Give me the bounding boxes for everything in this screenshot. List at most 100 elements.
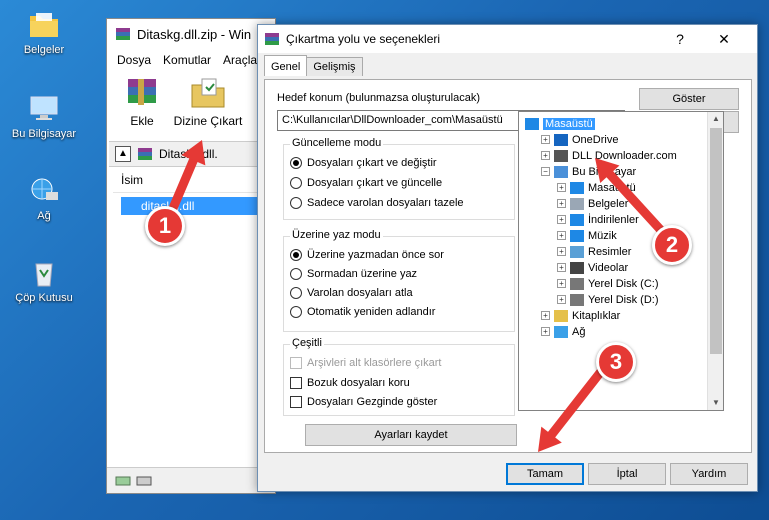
misc-option-keep-broken[interactable]: Bozuk dosyaları koru bbox=[290, 377, 410, 389]
extract-to-button[interactable]: Dizine Çıkart bbox=[173, 75, 243, 135]
expand-icon[interactable]: + bbox=[557, 263, 566, 272]
menu-dosya[interactable]: Dosya bbox=[117, 53, 151, 67]
expand-icon[interactable]: + bbox=[557, 183, 566, 192]
tree-item[interactable]: + Kitaplıklar bbox=[541, 308, 620, 323]
tree-item-label: DLL Downloader.com bbox=[572, 149, 677, 162]
step-badge-2: 2 bbox=[652, 225, 692, 265]
tree-scrollbar[interactable]: ▲ ▼ bbox=[707, 112, 723, 410]
update-option-replace[interactable]: Dosyaları çıkart ve değiştir bbox=[290, 157, 437, 169]
tab-gelismis[interactable]: Gelişmiş bbox=[306, 57, 363, 76]
expand-icon[interactable]: + bbox=[541, 327, 550, 336]
radio[interactable] bbox=[290, 197, 302, 209]
tree-item[interactable]: + İndirilenler bbox=[557, 212, 639, 227]
add-button[interactable]: Ekle bbox=[119, 75, 165, 135]
drive-icon bbox=[570, 277, 584, 290]
collapse-icon[interactable]: − bbox=[541, 167, 550, 176]
overwrite-option-rename[interactable]: Otomatik yeniden adlandır bbox=[290, 306, 435, 318]
destination-path-value: C:\Kullanıcılar\DllDownloader_com\Masaüs… bbox=[282, 114, 503, 126]
tree-item[interactable]: + Masaüstü bbox=[557, 180, 636, 195]
update-mode-title: Güncelleme modu bbox=[290, 137, 384, 149]
update-option-update[interactable]: Dosyaları çıkart ve güncelle bbox=[290, 177, 442, 189]
network-icon bbox=[31, 178, 58, 200]
tree-item[interactable]: + Müzik bbox=[557, 228, 617, 243]
tree-item[interactable]: − Bu Bilgisayar bbox=[541, 164, 636, 179]
drive-icon bbox=[570, 293, 584, 306]
expand-icon[interactable]: + bbox=[557, 279, 566, 288]
close-icon[interactable]: ✕ bbox=[709, 29, 739, 49]
winrar-icon bbox=[265, 33, 279, 45]
tree-item-label: İndirilenler bbox=[588, 213, 639, 226]
tree-item-label: Masaüstü bbox=[588, 181, 636, 194]
winrar-title: Ditaskg.dll.zip - Win bbox=[137, 26, 252, 42]
tree-item[interactable]: + Yerel Disk (D:) bbox=[557, 292, 659, 307]
tree-item-label: Bu Bilgisayar bbox=[572, 165, 637, 178]
tree-item[interactable]: Masaüstü bbox=[525, 116, 595, 131]
expand-icon[interactable]: + bbox=[541, 135, 550, 144]
winrar-titlebar: Ditaskg.dll.zip - Win bbox=[107, 19, 275, 49]
overwrite-mode-title: Üzerine yaz modu bbox=[290, 229, 383, 241]
scroll-thumb[interactable] bbox=[710, 128, 722, 354]
tree-item[interactable]: + Ağ bbox=[541, 324, 585, 339]
show-button[interactable]: Göster bbox=[639, 88, 739, 110]
column-header-name[interactable]: İsim bbox=[113, 173, 275, 193]
desktop-icon-bu-bilgisayar[interactable]: Bu Bilgisayar bbox=[4, 94, 84, 140]
expand-icon[interactable]: + bbox=[557, 231, 566, 240]
tree-item[interactable]: + Resimler bbox=[557, 244, 631, 259]
radio[interactable] bbox=[290, 306, 302, 318]
desktop-icon-ag[interactable]: Ağ bbox=[4, 176, 84, 222]
radio[interactable] bbox=[290, 287, 302, 299]
update-option-freshen[interactable]: Sadece varolan dosyaları tazele bbox=[290, 197, 464, 209]
desktop-icon-cop-kutusu[interactable]: Çöp Kutusu bbox=[4, 258, 84, 304]
tree-item-label: Belgeler bbox=[588, 197, 629, 210]
expand-icon[interactable]: + bbox=[557, 295, 566, 304]
menu-komutlar[interactable]: Komutlar bbox=[163, 53, 211, 67]
option-label: Varolan dosyaları atla bbox=[307, 287, 413, 299]
winrar-toolbar: Ekle Dizine Çıkart bbox=[107, 71, 275, 135]
radio[interactable] bbox=[290, 177, 302, 189]
option-label: Üzerine yazmadan önce sor bbox=[307, 249, 444, 261]
tree-item-label: Kitaplıklar bbox=[572, 309, 621, 322]
overwrite-option-skip[interactable]: Varolan dosyaları atla bbox=[290, 287, 413, 299]
winrar-statusbar bbox=[107, 467, 275, 493]
misc-option-subfolders: Arşivleri alt klasörlere çıkart bbox=[290, 357, 441, 369]
desktop-icon-belgeler[interactable]: Belgeler bbox=[4, 10, 84, 56]
winrar-icon bbox=[116, 28, 130, 40]
add-archive-icon bbox=[128, 79, 156, 105]
tree-item-label: Yerel Disk (C:) bbox=[588, 277, 659, 290]
up-folder-icon[interactable]: ▲ bbox=[115, 146, 131, 162]
tree-item[interactable]: + Videolar bbox=[557, 260, 628, 275]
help-icon[interactable]: ? bbox=[665, 29, 695, 49]
cancel-button[interactable]: İptal bbox=[588, 463, 666, 485]
save-settings-button[interactable]: Ayarları kaydet bbox=[305, 424, 517, 446]
tab-genel[interactable]: Genel bbox=[264, 55, 308, 76]
option-label: Dosyaları çıkart ve değiştir bbox=[307, 157, 437, 169]
tree-item[interactable]: + Belgeler bbox=[557, 196, 628, 211]
checkbox[interactable] bbox=[290, 377, 302, 389]
radio-selected[interactable] bbox=[290, 249, 302, 261]
tree-item[interactable]: + OneDrive bbox=[541, 132, 618, 147]
expand-icon[interactable]: + bbox=[541, 311, 550, 320]
help-button[interactable]: Yardım bbox=[670, 463, 748, 485]
scroll-down-icon[interactable]: ▼ bbox=[708, 396, 723, 410]
misc-option-show-in-explorer[interactable]: Dosyaları Gezginde göster bbox=[290, 396, 437, 408]
tree-item[interactable]: + DLL Downloader.com bbox=[541, 148, 677, 163]
file-row-selected[interactable]: ditaskg.dll bbox=[121, 197, 261, 215]
radio-selected[interactable] bbox=[290, 157, 302, 169]
checkbox[interactable] bbox=[290, 396, 302, 408]
menu-araclar[interactable]: Araçla bbox=[223, 53, 257, 67]
tree-item[interactable]: + Yerel Disk (C:) bbox=[557, 276, 659, 291]
overwrite-mode-group: Üzerine yaz modu Üzerine yazmadan önce s… bbox=[283, 229, 515, 332]
radio[interactable] bbox=[290, 268, 302, 280]
expand-icon[interactable]: + bbox=[541, 151, 550, 160]
desktop-icon bbox=[570, 181, 584, 194]
expand-icon[interactable]: + bbox=[557, 215, 566, 224]
expand-icon[interactable]: + bbox=[557, 247, 566, 256]
overwrite-option-without-asking[interactable]: Sormadan üzerine yaz bbox=[290, 268, 417, 280]
winrar-menubar: Dosya Komutlar Araçla bbox=[107, 49, 275, 71]
scroll-up-icon[interactable]: ▲ bbox=[708, 112, 723, 126]
overwrite-option-ask[interactable]: Üzerine yazmadan önce sor bbox=[290, 249, 444, 261]
step-badge-3: 3 bbox=[596, 342, 636, 382]
network-icon bbox=[554, 325, 568, 338]
expand-icon[interactable]: + bbox=[557, 199, 566, 208]
ok-button[interactable]: Tamam bbox=[506, 463, 584, 485]
